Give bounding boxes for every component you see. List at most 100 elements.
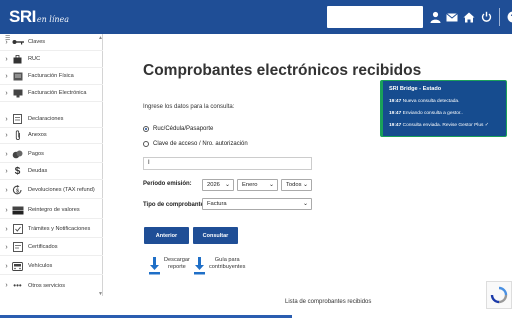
sidebar-item-label: Devoluciones (TAX refund) xyxy=(28,187,95,193)
chevron-right-icon: › xyxy=(5,89,8,97)
guide-line2: contribuyentes xyxy=(209,264,246,270)
chevron-right-icon: › xyxy=(5,38,8,46)
consultar-button[interactable]: Consultar xyxy=(193,227,238,244)
query-prompt: Ingrese los datos para la consulta: xyxy=(143,104,235,110)
sidebar-item-declaraciones[interactable]: › Declaraciones xyxy=(0,111,103,128)
home-icon[interactable] xyxy=(462,9,476,25)
guide-text: Guía para contribuyentes xyxy=(209,257,245,271)
header-separator xyxy=(499,8,500,26)
status-panel-title: SRI Bridge - Estado xyxy=(389,86,442,92)
dollar-icon: $ xyxy=(14,165,21,177)
sidebar-item-deudas[interactable]: › $ Deudas xyxy=(0,163,103,180)
sri-bridge-status-panel: SRI Bridge - Estado 19:47 Nueva consulta… xyxy=(380,80,507,137)
status-text: Consulta enviada. Revise Gestor Plus ✓ xyxy=(402,123,489,128)
chevron-down-icon: ⌄ xyxy=(302,182,308,188)
sidebar-item-label: Deudas xyxy=(28,168,48,174)
sidebar-item-claves[interactable]: › Claves xyxy=(0,34,103,51)
logo-main-text: SRI xyxy=(9,7,36,26)
download-line2: reporte xyxy=(168,264,186,270)
chevron-down-icon: ⌄ xyxy=(224,182,230,188)
sidebar-item-label: Facturación Física xyxy=(28,73,74,79)
list-title: Lista de comprobantes recibidos xyxy=(285,299,372,305)
radio-ruc-label: Ruc/Cédula/Pasaporte xyxy=(153,126,214,132)
chevron-right-icon: › xyxy=(5,282,8,289)
status-line: 19:47 Enviando consulta a gestor.. xyxy=(389,111,463,116)
radio-clave-acceso[interactable]: Clave de acceso / Nro. autorización xyxy=(143,141,248,147)
bag-icon xyxy=(11,53,24,65)
day-select[interactable]: Todos ⌄ xyxy=(281,179,312,191)
tipo-comprobante-label: Tipo de comprobante xyxy=(143,202,204,208)
sidebar-item-label: RUC xyxy=(28,56,41,62)
radio-button-checked[interactable] xyxy=(143,126,149,132)
sidebar-item-label: Vehículos xyxy=(28,263,53,269)
scroll-down-arrow-icon[interactable]: ▼ xyxy=(98,291,103,297)
status-time: 19:47 xyxy=(389,123,402,128)
radio-ruc[interactable]: Ruc/Cédula/Pasaporte xyxy=(143,126,213,132)
month-select[interactable]: Enero ⌄ xyxy=(237,179,278,191)
monitor-icon xyxy=(11,87,24,99)
user-icon[interactable] xyxy=(428,9,442,25)
sidebar-item-label: Reintegro de valores xyxy=(28,207,80,213)
radio-button[interactable] xyxy=(143,141,149,147)
sidebar-item-certificados[interactable]: › Certificados xyxy=(0,239,103,256)
sidebar-item-facturacion-electronica[interactable]: › Facturación Electrónica xyxy=(0,85,103,102)
chevron-right-icon: › xyxy=(5,131,8,139)
sidebar-item-facturacion-fisica[interactable]: › Facturación Física xyxy=(0,68,103,85)
sidebar-item-ruc[interactable]: › RUC xyxy=(0,51,103,68)
id-input[interactable]: I xyxy=(143,157,312,170)
sidebar-item-tramites[interactable]: › Trámites y Notificaciones xyxy=(0,221,103,238)
chevron-right-icon: › xyxy=(5,167,8,175)
chevron-right-icon: › xyxy=(5,55,8,63)
tipo-comprobante-select[interactable]: Factura ⌄ xyxy=(202,198,312,210)
chevron-down-icon: ⌄ xyxy=(302,201,308,207)
status-time: 19:47 xyxy=(389,99,402,104)
help-icon[interactable]: ? xyxy=(506,9,512,25)
year-select[interactable]: 2026 ⌄ xyxy=(202,179,234,191)
loading-progress-bar xyxy=(0,315,292,318)
sri-logo[interactable]: SRI en línea xyxy=(9,7,69,27)
page-title: Comprobantes electrónicos recibidos xyxy=(143,62,422,79)
notification-icon xyxy=(11,223,24,235)
recaptcha-badge-icon[interactable] xyxy=(486,281,512,309)
download-icon xyxy=(194,257,205,275)
car-icon xyxy=(11,260,24,272)
chevron-right-icon: › xyxy=(5,225,8,233)
sidebar-item-pagos[interactable]: › Pagos xyxy=(0,146,103,163)
chevron-down-icon: ⌄ xyxy=(268,182,274,188)
logo-sub-text: en línea xyxy=(36,15,70,24)
chevron-right-icon: › xyxy=(5,72,8,80)
key-icon xyxy=(11,36,24,48)
status-line: 19:47 Consulta enviada. Revise Gestor Pl… xyxy=(389,123,489,128)
mail-icon[interactable] xyxy=(445,9,459,25)
certificate-icon xyxy=(11,241,24,253)
anterior-button[interactable]: Anterior xyxy=(144,227,189,244)
month-value: Enero xyxy=(242,182,258,188)
status-time: 19:47 xyxy=(389,111,402,116)
money-icon xyxy=(11,204,24,216)
paperclip-icon xyxy=(11,129,24,141)
top-header-bar: SRI en línea ? xyxy=(0,0,512,34)
sidebar-item-devoluciones[interactable]: › $ Devoluciones (TAX refund) xyxy=(0,182,103,199)
guide-line1: Guía para xyxy=(214,257,240,263)
sidebar-item-vehiculos[interactable]: › Vehículos xyxy=(0,258,103,275)
chevron-right-icon: › xyxy=(5,186,8,194)
day-value: Todos xyxy=(286,182,302,188)
download-line1: Descargar xyxy=(164,257,190,263)
sidebar-item-anexos[interactable]: › Anexos xyxy=(0,127,103,144)
sidebar-item-otros-servicios[interactable]: › ••• Otros servicios xyxy=(0,277,103,294)
download-report-link[interactable]: Descargar reporte xyxy=(149,257,190,275)
svg-text:$: $ xyxy=(16,188,19,194)
power-icon[interactable] xyxy=(479,9,493,25)
periodo-label: Período emisión: xyxy=(143,181,192,187)
document-icon xyxy=(11,113,24,125)
user-info-box xyxy=(327,6,423,28)
sidebar-item-label: Facturación Electrónica xyxy=(28,90,87,96)
sidebar-item-reintegro[interactable]: › Reintegro de valores xyxy=(0,202,103,219)
download-report-text: Descargar reporte xyxy=(164,257,190,271)
sidebar-item-label: Anexos xyxy=(28,132,47,138)
refund-icon: $ xyxy=(11,184,24,196)
sidebar-item-label: Claves xyxy=(28,39,46,45)
status-line: 19:47 Nueva consulta detectada. xyxy=(389,99,459,104)
guide-link[interactable]: Guía para contribuyentes xyxy=(194,257,245,275)
coins-icon xyxy=(11,148,24,160)
